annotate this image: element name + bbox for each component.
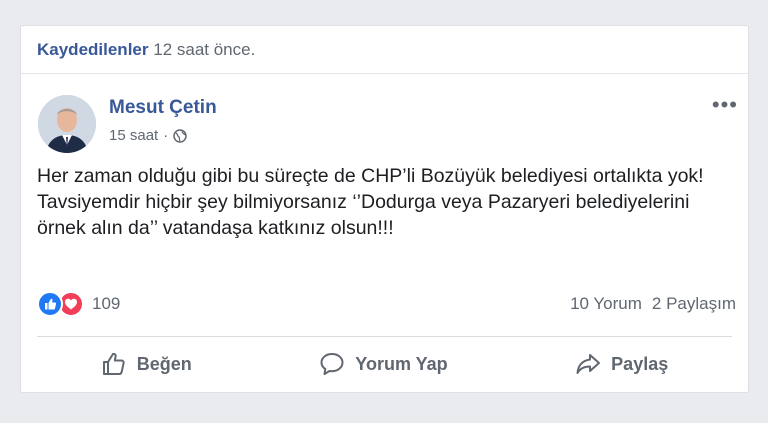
- post-text-line: Her zaman olduğu gibi bu süreçte de CHP’…: [37, 165, 704, 187]
- divider: [37, 336, 732, 337]
- comment-button[interactable]: Yorum Yap: [319, 351, 448, 377]
- reactions-summary[interactable]: 109: [37, 291, 120, 317]
- post-card: Kaydedilenler 12 saat önce. Mesut Çetin …: [20, 25, 749, 393]
- author-name[interactable]: Mesut Çetin: [109, 97, 217, 119]
- like-label: Beğen: [136, 353, 192, 374]
- shares-count[interactable]: 2 Paylaşım: [652, 294, 736, 314]
- reaction-count: 109: [92, 294, 121, 313]
- avatar[interactable]: [38, 95, 96, 153]
- like-button[interactable]: Beğen: [101, 351, 192, 377]
- comment-label: Yorum Yap: [355, 353, 448, 374]
- saved-time: 12 saat önce.: [153, 40, 256, 59]
- globe-icon: [173, 128, 187, 143]
- avatar-image: [38, 95, 96, 153]
- saved-header: Kaydedilenler 12 saat önce.: [21, 26, 748, 74]
- post-text: Her zaman olduğu gibi bu süreçte de CHP’…: [37, 163, 727, 241]
- action-bar: Beğen Yorum Yap Paylaş: [37, 344, 732, 384]
- comments-count[interactable]: 10 Yorum: [570, 294, 642, 314]
- share-icon: [576, 354, 601, 374]
- post-text-line: Tavsiyemdir hiçbir şey bilmiyorsanız ‘’D…: [37, 191, 690, 239]
- share-button[interactable]: Paylaş: [575, 351, 668, 377]
- like-icon: [37, 291, 63, 317]
- saved-link[interactable]: Kaydedilenler: [37, 40, 149, 59]
- thumbs-up-icon: [102, 352, 125, 375]
- share-label: Paylaş: [611, 353, 669, 374]
- engagement-counts: 10 Yorum 2 Paylaşım: [570, 294, 736, 314]
- meta-separator: ·: [163, 127, 169, 144]
- comment-icon: [320, 353, 344, 375]
- more-options-icon[interactable]: •••: [712, 94, 738, 116]
- post-time[interactable]: 15 saat: [109, 127, 158, 144]
- post-meta: 15 saat ·: [109, 127, 187, 144]
